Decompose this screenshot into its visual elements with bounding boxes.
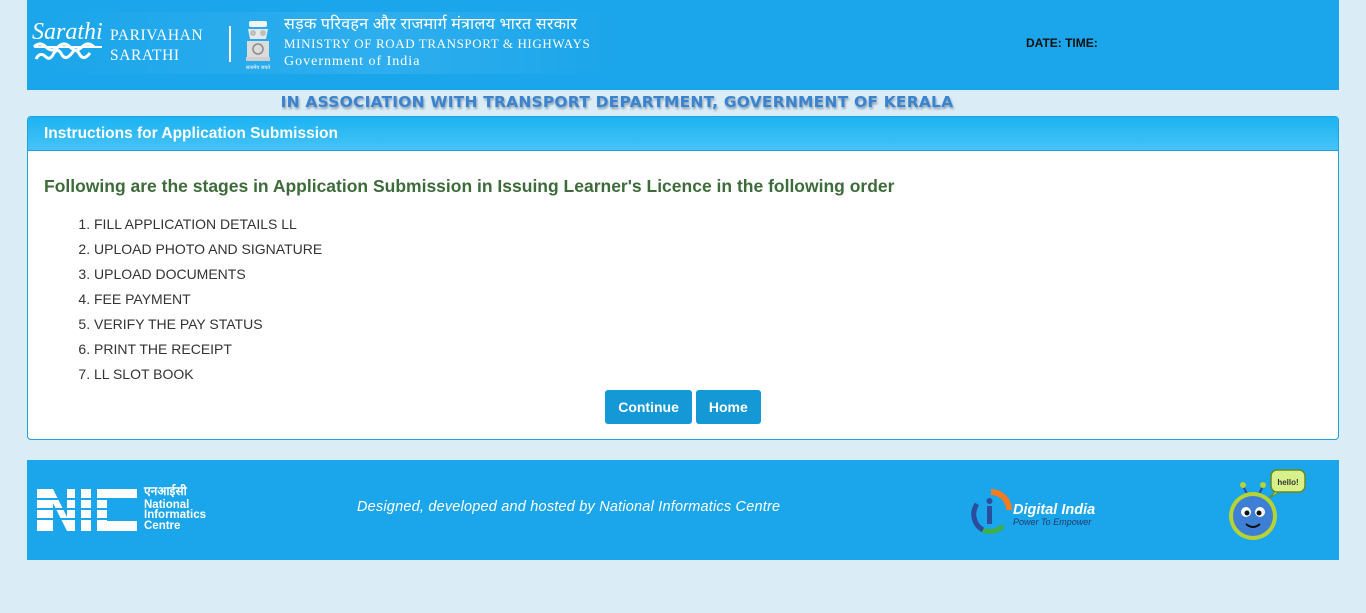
nic-hindi: एनआईसी bbox=[144, 484, 187, 498]
stages-heading: Following are the stages in Application … bbox=[44, 176, 895, 196]
instructions-panel: Instructions for Application Submission … bbox=[27, 116, 1339, 440]
digital-india-icon bbox=[971, 489, 1012, 534]
national-emblem-icon: सत्यमेव जयते bbox=[246, 21, 270, 71]
stage-item: UPLOAD DOCUMENTS bbox=[94, 262, 1322, 287]
brand-line-2: SARATHI bbox=[110, 47, 180, 64]
stage-item: VERIFY THE PAY STATUS bbox=[94, 312, 1322, 337]
digital-india-title: Digital India bbox=[1013, 502, 1096, 518]
continue-button[interactable]: Continue bbox=[605, 390, 692, 424]
stage-item: FILL APPLICATION DETAILS LL bbox=[94, 212, 1322, 237]
brand-divider bbox=[229, 26, 231, 62]
site-header: Sarathi PARIVAHAN SARATHI सत्यमेव जयते स… bbox=[27, 0, 1339, 90]
brand-line-1: PARIVAHAN bbox=[110, 27, 204, 44]
ministry-block: सड़क परिवहन और राजमार्ग मंत्रालय भारत सर… bbox=[284, 16, 590, 72]
stage-item: UPLOAD PHOTO AND SIGNATURE bbox=[94, 237, 1322, 262]
panel-body: Following are the stages in Application … bbox=[28, 176, 1338, 387]
emblem-caption: सत्यमेव जयते bbox=[246, 64, 270, 71]
sarathi-logo-script: Sarathi bbox=[32, 19, 103, 45]
government-of-india: Government of India bbox=[284, 54, 421, 69]
brand-name: PARIVAHAN SARATHI bbox=[110, 26, 203, 66]
association-banner: IN ASSOCIATION WITH TRANSPORT DEPARTMENT… bbox=[280, 93, 954, 111]
footer-credit: Designed, developed and hosted by Nation… bbox=[357, 499, 781, 515]
stage-item: FEE PAYMENT bbox=[94, 287, 1322, 312]
home-button[interactable]: Home bbox=[695, 390, 761, 424]
panel-title: Instructions for Application Submission bbox=[28, 117, 1338, 151]
ministry-english: MINISTRY OF ROAD TRANSPORT & HIGHWAYS bbox=[284, 35, 591, 51]
header-logo-banner: Sarathi PARIVAHAN SARATHI सत्यमेव जयते स… bbox=[27, 12, 619, 74]
nic-wordmark: एनआईसी National Informatics Centre bbox=[144, 484, 206, 532]
mascot-icon: hello! bbox=[1229, 469, 1306, 540]
ministry-hindi: सड़क परिवहन और राजमार्ग मंत्रालय भारत सर… bbox=[284, 16, 578, 33]
nic-line-3: Centre bbox=[144, 519, 181, 532]
date-time-label: DATE: TIME: bbox=[1026, 36, 1098, 50]
digital-india-tagline: Power To Empower bbox=[1013, 517, 1092, 527]
stage-item: LL SLOT BOOK bbox=[94, 362, 1322, 387]
site-footer: एनआईसी National Informatics Centre Desig… bbox=[27, 460, 1339, 560]
stages-list: FILL APPLICATION DETAILS LL UPLOAD PHOTO… bbox=[44, 212, 1322, 387]
nic-line-2: Informatics bbox=[144, 509, 206, 521]
mascot-bubble: hello! bbox=[1277, 478, 1298, 487]
stage-item: PRINT THE RECEIPT bbox=[94, 337, 1322, 362]
sarathi-logo-icon: Sarathi bbox=[32, 19, 103, 60]
action-buttons: Continue Home bbox=[28, 390, 1338, 424]
digital-india-wordmark: Digital India Power To Empower bbox=[1013, 502, 1096, 528]
